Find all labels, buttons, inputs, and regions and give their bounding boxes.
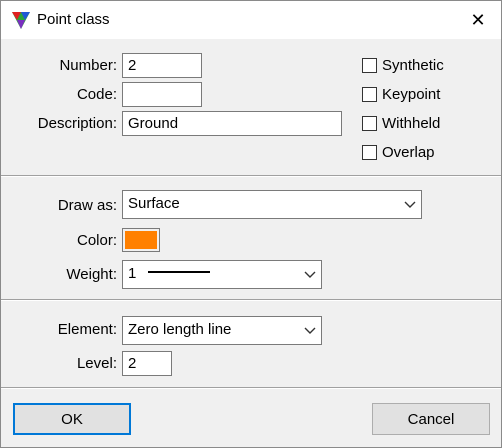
element-value: Zero length line xyxy=(128,321,232,338)
element-section: Element: Zero length line Level: 2 xyxy=(1,301,501,387)
weight-number: 1 xyxy=(128,265,137,282)
checkbox-box xyxy=(362,116,377,131)
weight-label: Weight: xyxy=(66,266,117,283)
level-field[interactable]: 2 xyxy=(122,351,172,376)
app-triangle-icon xyxy=(12,12,30,29)
overlap-label: Overlap xyxy=(382,144,435,161)
chevron-down-icon xyxy=(301,264,319,285)
title-bar: Point class ✕ xyxy=(1,1,501,39)
window-title: Point class xyxy=(37,11,110,28)
ok-button[interactable]: OK xyxy=(13,403,131,435)
checkbox-box xyxy=(362,145,377,160)
chevron-down-icon xyxy=(401,194,419,215)
withheld-label: Withheld xyxy=(382,115,441,132)
chevron-down-icon xyxy=(301,320,319,341)
draw-section: Draw as: Surface Color: Weight: 1 xyxy=(1,177,501,299)
close-button[interactable]: ✕ xyxy=(455,1,501,39)
level-label: Level: xyxy=(76,355,117,372)
overlap-checkbox[interactable]: Overlap xyxy=(362,144,435,161)
checkbox-box xyxy=(362,58,377,73)
point-class-dialog: Point class ✕ Number: 2 Code: Descriptio… xyxy=(0,0,502,448)
code-label: Code: xyxy=(76,86,117,103)
number-label: Number: xyxy=(59,57,117,74)
separator xyxy=(1,387,501,389)
cancel-button[interactable]: Cancel xyxy=(372,403,490,435)
synthetic-label: Synthetic xyxy=(382,57,444,74)
keypoint-label: Keypoint xyxy=(382,86,441,103)
color-button[interactable] xyxy=(122,228,160,252)
line-weight-preview xyxy=(148,271,211,274)
code-field[interactable] xyxy=(122,82,202,107)
draw-as-dropdown[interactable]: Surface xyxy=(122,190,422,219)
description-field[interactable]: Ground xyxy=(122,111,342,136)
element-dropdown[interactable]: Zero length line xyxy=(122,316,322,345)
keypoint-checkbox[interactable]: Keypoint xyxy=(362,86,440,103)
weight-dropdown[interactable]: 1 xyxy=(122,260,322,289)
identity-section: Number: 2 Code: Description: Ground Synt… xyxy=(1,39,501,175)
checkbox-box xyxy=(362,87,377,102)
element-label: Element: xyxy=(57,321,117,338)
withheld-checkbox[interactable]: Withheld xyxy=(362,115,440,132)
draw-as-value: Surface xyxy=(128,195,180,212)
color-swatch-fill xyxy=(125,231,157,249)
synthetic-checkbox[interactable]: Synthetic xyxy=(362,57,444,74)
draw-as-label: Draw as: xyxy=(57,197,117,214)
close-icon: ✕ xyxy=(470,9,486,30)
color-label: Color: xyxy=(76,232,117,249)
weight-value: 1 xyxy=(128,265,211,282)
number-field[interactable]: 2 xyxy=(122,53,202,78)
description-label: Description: xyxy=(37,115,117,132)
